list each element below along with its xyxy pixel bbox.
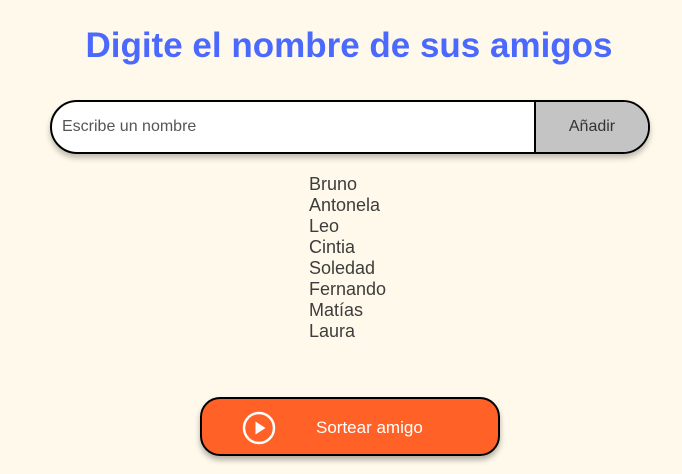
draw-button-label: Sortear amigo bbox=[316, 418, 423, 437]
name-input-group: Añadir bbox=[50, 100, 650, 154]
friend-item: Matías bbox=[309, 300, 364, 320]
play-circle-icon bbox=[242, 411, 276, 445]
friend-list: Bruno Antonela Leo Cintia Soledad Fernan… bbox=[309, 174, 386, 342]
friend-item: Leo bbox=[309, 216, 340, 236]
friend-item: Soledad bbox=[309, 258, 376, 278]
friend-item: Bruno bbox=[309, 174, 358, 194]
friend-item: Laura bbox=[309, 321, 356, 341]
friend-item: Fernando bbox=[309, 279, 387, 299]
page-title: Digite el nombre de sus amigos bbox=[85, 26, 613, 65]
name-input[interactable] bbox=[52, 102, 534, 152]
page: Digite el nombre de sus amigos Añadir Br… bbox=[0, 0, 682, 474]
friend-item: Antonela bbox=[309, 195, 381, 215]
add-button[interactable]: Añadir bbox=[534, 102, 648, 152]
friend-item: Cintia bbox=[309, 237, 356, 257]
draw-friend-button[interactable]: Sortear amigo bbox=[200, 397, 500, 456]
